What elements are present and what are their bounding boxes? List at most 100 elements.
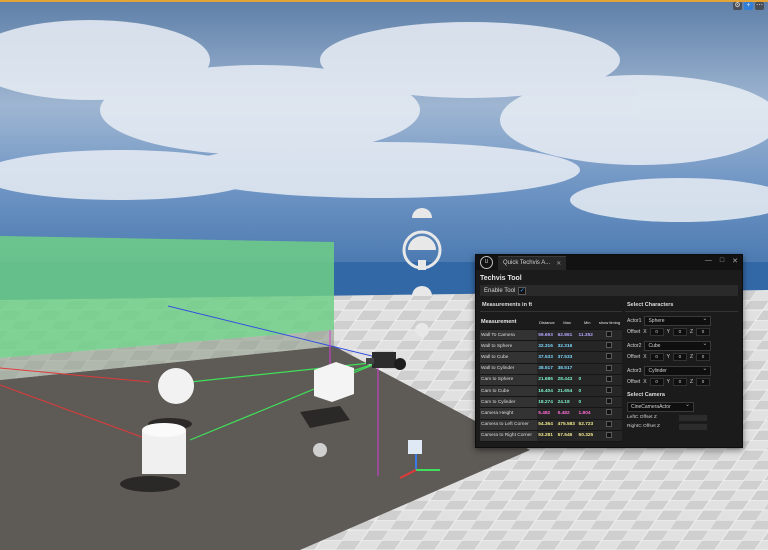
settings-icon[interactable]: ⚙ xyxy=(733,2,742,10)
more-icon[interactable]: ⋯ xyxy=(755,2,764,10)
min-value: 52.723 xyxy=(577,419,597,431)
max-value: 475.583 xyxy=(556,419,578,431)
distance-value: 21.686 xyxy=(537,374,557,386)
show-timing-cell xyxy=(596,351,622,364)
table-row: Cam to Sphere 21.686 28.443 0 xyxy=(480,374,622,386)
offset-y-input[interactable]: 0 xyxy=(672,353,687,361)
cube xyxy=(314,362,354,402)
show-timing-checkbox[interactable] xyxy=(606,353,613,360)
viewport-toolbar: ⚙ + ⋯ xyxy=(733,2,764,10)
measurement-label: Camera to Right Corner xyxy=(480,430,538,442)
show-timing-cell xyxy=(596,385,622,398)
max-value: 57.546 xyxy=(556,430,578,442)
max-value: 62.861 xyxy=(556,329,578,342)
max-value: 37.533 xyxy=(556,351,578,364)
show-timing-cell xyxy=(596,363,622,375)
distance-value: 32.316 xyxy=(537,340,557,353)
characters-title: Select Characters xyxy=(625,300,738,312)
min-value: 0 xyxy=(577,385,597,398)
maximize-button[interactable]: □ xyxy=(720,257,724,265)
offset-label: Offset xyxy=(627,354,641,360)
min-value: 11.352 xyxy=(577,329,597,342)
measurement-label: Wall to Cylinder xyxy=(480,363,538,375)
max-value: 21.654 xyxy=(556,385,578,398)
camera-select[interactable]: CineCameraActor xyxy=(627,401,694,412)
show-timing-checkbox[interactable] xyxy=(606,431,613,438)
actor-select[interactable]: Cylinder xyxy=(644,365,712,376)
min-value: 0 xyxy=(577,374,597,386)
offset-y-input[interactable]: 0 xyxy=(672,378,687,386)
add-icon[interactable]: + xyxy=(744,2,753,10)
show-timing-checkbox[interactable] xyxy=(606,375,613,382)
measurement-label: Camera to Left Corner xyxy=(480,419,538,431)
enable-tool-row[interactable]: Enable Tool ✓ xyxy=(480,285,738,296)
show-timing-checkbox[interactable] xyxy=(606,387,613,394)
offset-y-input[interactable]: 0 xyxy=(672,328,687,336)
offset-label: Offset xyxy=(627,329,641,335)
max-value: 32.316 xyxy=(556,340,578,353)
distance-value: 59.693 xyxy=(537,329,557,342)
axis-x-label: X xyxy=(643,379,647,385)
offset-z-input[interactable]: 0 xyxy=(696,353,710,361)
show-timing-checkbox[interactable] xyxy=(606,398,613,405)
actor-select[interactable]: Sphere xyxy=(644,315,712,326)
show-timing-cell xyxy=(596,407,622,420)
distance-value: 54.364 xyxy=(537,419,557,431)
col-show-timing: show timing xyxy=(596,315,622,330)
min-value xyxy=(577,340,597,353)
distance-value: 37.533 xyxy=(537,351,557,364)
axis-z-label: Z xyxy=(689,329,693,335)
actor-select[interactable]: Cube xyxy=(644,340,712,351)
table-row: Wall to Sphere 32.316 32.316 xyxy=(480,340,622,353)
show-timing-cell xyxy=(596,430,622,442)
left-offset-input[interactable] xyxy=(679,414,707,421)
measurements-title: Measurements in ft xyxy=(480,300,622,312)
min-value: 0 xyxy=(577,396,597,409)
min-value xyxy=(577,351,597,364)
right-offset-input[interactable] xyxy=(679,423,707,430)
offset-x-input[interactable]: 0 xyxy=(649,378,664,386)
col-min: Min xyxy=(577,315,597,330)
col-measurement: Measurement xyxy=(480,315,538,330)
axis-x-label: X xyxy=(643,354,647,360)
table-row: Wall to Cube 37.533 37.533 xyxy=(480,351,622,364)
max-value: 28.443 xyxy=(556,374,578,386)
measurement-label: Cam to Cylinder xyxy=(480,396,538,409)
show-timing-checkbox[interactable] xyxy=(606,331,613,338)
right-offset-label: RightC Offset Z xyxy=(627,424,660,429)
table-row: Camera to Right Corner 53.281 57.546 50.325 xyxy=(480,430,622,442)
viewport-top-bar xyxy=(0,0,768,2)
offset-z-input[interactable]: 0 xyxy=(696,378,710,386)
axis-y-label: Y xyxy=(666,379,670,385)
actor-label: Actor1 xyxy=(627,318,642,324)
tab-close-icon[interactable]: ✕ xyxy=(556,260,561,267)
measurement-label: Cam to Cube xyxy=(480,385,538,398)
actor-label: Actor3 xyxy=(627,368,642,374)
max-value: 5.482 xyxy=(556,407,578,420)
window-tab[interactable]: Quick Techvis A... ✕ xyxy=(498,255,567,270)
actor-label: Actor2 xyxy=(627,343,642,349)
show-timing-checkbox[interactable] xyxy=(606,409,613,416)
minimize-button[interactable]: — xyxy=(705,257,712,265)
show-timing-checkbox[interactable] xyxy=(606,342,613,349)
close-window-button[interactable]: ✕ xyxy=(732,257,738,265)
left-offset-label: LeftC Offset Z xyxy=(627,415,657,420)
distance-value: 38.517 xyxy=(537,363,557,375)
quick-techvis-window: U Quick Techvis A... ✕ — □ ✕ Techvis Too… xyxy=(475,254,743,448)
min-value: 50.325 xyxy=(577,430,597,442)
offset-x-input[interactable]: 0 xyxy=(649,328,664,336)
axis-z-label: Z xyxy=(689,354,693,360)
min-value xyxy=(577,363,597,375)
show-timing-cell xyxy=(596,419,622,431)
axis-z-label: Z xyxy=(689,379,693,385)
sphere xyxy=(158,368,194,404)
max-value: 38.517 xyxy=(556,363,578,375)
show-timing-checkbox[interactable] xyxy=(606,364,613,371)
show-timing-checkbox[interactable] xyxy=(606,420,613,427)
show-timing-cell xyxy=(596,374,622,386)
enable-tool-checkbox[interactable]: ✓ xyxy=(518,286,527,295)
measurement-label: Wall to Sphere xyxy=(480,340,538,353)
offset-x-input[interactable]: 0 xyxy=(649,353,664,361)
offset-z-input[interactable]: 0 xyxy=(696,328,710,336)
measurement-label: Camera Height xyxy=(480,407,538,420)
